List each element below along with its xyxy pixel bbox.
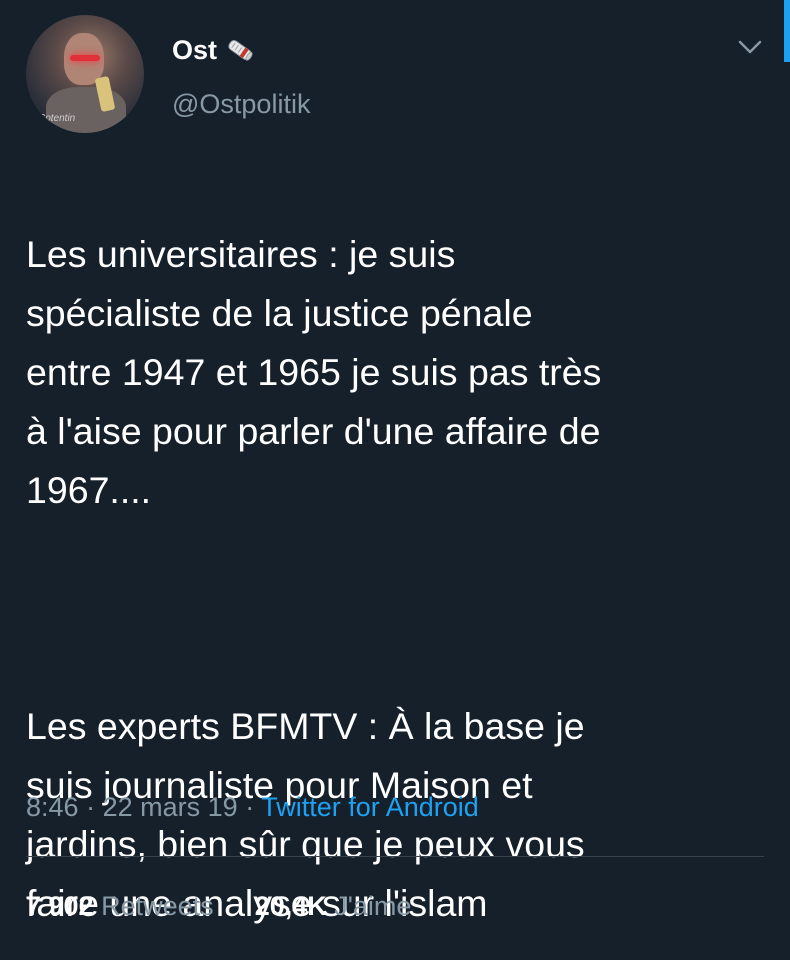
author-name-row[interactable]: Ost bbox=[172, 34, 255, 66]
tweet-source-link[interactable]: Twitter for Android bbox=[261, 792, 479, 822]
avatar-caption: Cotentin bbox=[38, 113, 76, 124]
rolled-newspaper-icon bbox=[225, 37, 255, 63]
meta-separator: · bbox=[245, 792, 255, 822]
divider bbox=[26, 856, 764, 857]
display-name[interactable]: Ost bbox=[172, 34, 217, 66]
tweet-stats: 7 902 Retweets 20,4K J'aime bbox=[26, 888, 411, 924]
likes-stat[interactable]: 20,4K J'aime bbox=[255, 891, 412, 921]
avatar[interactable]: Cotentin bbox=[26, 15, 144, 133]
tweet-meta: 8:46 · 22 mars 19 · Twitter for Android bbox=[26, 788, 479, 826]
tweet-paragraph-1: Les universitaires : je suis spécialiste… bbox=[26, 233, 602, 511]
chevron-down-icon[interactable] bbox=[736, 37, 764, 57]
scrollbar[interactable] bbox=[784, 0, 790, 62]
tweet-date[interactable]: 22 mars 19 bbox=[103, 792, 238, 822]
tweet-text: Les universitaires : je suis spécialiste… bbox=[26, 166, 770, 960]
likes-count: 20,4K bbox=[254, 891, 327, 921]
meta-separator: · bbox=[86, 792, 96, 822]
retweets-count: 7 902 bbox=[26, 891, 94, 921]
avatar-glowing-eyes bbox=[70, 55, 100, 61]
author-handle[interactable]: @Ostpolitik bbox=[172, 88, 310, 120]
likes-label: J'aime bbox=[334, 891, 412, 921]
retweets-stat[interactable]: 7 902 Retweets bbox=[26, 891, 221, 921]
tweet-time[interactable]: 8:46 bbox=[26, 792, 79, 822]
avatar-shirt bbox=[46, 87, 126, 133]
tweet-card: Cotentin Ost @Ostpolitik Les universitai… bbox=[0, 0, 790, 960]
retweets-label: Retweets bbox=[101, 891, 214, 921]
